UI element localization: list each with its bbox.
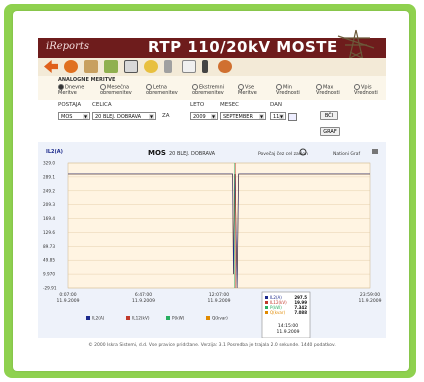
legend-label: IL12(kV) — [132, 316, 150, 321]
tooltip-date: 11.9.2009 — [277, 329, 300, 335]
rotate-icon[interactable] — [218, 60, 232, 73]
balloon-icon[interactable] — [64, 60, 78, 73]
legend-label: Q(kvar) — [212, 316, 228, 321]
y-tick-label: 89.73 — [43, 244, 55, 249]
legend-swatch — [86, 316, 90, 320]
y-tick-label: 209.3 — [43, 202, 55, 207]
y-tick-label: 9.970 — [43, 272, 55, 277]
mesec-select[interactable]: SEPTEMBER ▼ — [220, 112, 266, 120]
tooltip-swatch — [265, 301, 268, 304]
sun-icon[interactable] — [144, 60, 158, 73]
legend-swatch — [126, 316, 130, 320]
options-title: ANALOGNE MERITVE — [58, 77, 116, 83]
print-icon[interactable] — [372, 149, 378, 154]
y-tick-label: 129.6 — [43, 230, 55, 235]
x-tick-time: 6:47:00 — [135, 292, 152, 298]
tooltip-time: 14:15:00 — [278, 323, 298, 329]
radio-min-vrednosti[interactable]: Min Vrednosti — [276, 84, 300, 97]
legend-swatch — [206, 316, 210, 320]
postaja-select[interactable]: MOS ▼ — [58, 112, 90, 120]
edit-icon[interactable] — [84, 60, 98, 73]
y-tick-label: 289.1 — [43, 174, 55, 179]
dan-select[interactable]: 11 ▼ — [270, 112, 286, 120]
x-tick-date: 11.9.2009 — [57, 298, 80, 304]
radio-vse-meritve[interactable]: Vse Meritve — [238, 84, 257, 97]
chevron-down-icon: ▼ — [259, 114, 264, 119]
y-tick-label: 329.0 — [43, 161, 55, 166]
chevron-down-icon: ▼ — [211, 114, 216, 119]
tooltip-swatch — [265, 306, 268, 309]
mesec-label: MESEC — [220, 102, 240, 108]
chart-cell: 20 BLEJ. DOBRAVA — [169, 151, 216, 157]
legend-label: P(kW) — [172, 316, 185, 321]
za-label: ZA — [162, 113, 170, 119]
x-tick-date: 11.9.2009 — [359, 298, 382, 304]
x-tick-time: 0:07:00 — [59, 292, 76, 298]
leto-select[interactable]: 2009 ▼ — [190, 112, 218, 120]
pen-icon[interactable] — [104, 60, 118, 73]
radio-dnevne-meritve[interactable]: Dnevne Meritve — [58, 84, 84, 97]
graf-button[interactable]: GRAF — [320, 127, 340, 136]
y-axis-label: IL2(A) — [46, 149, 63, 155]
note-icon[interactable] — [182, 60, 196, 73]
back-arrow-icon[interactable] — [44, 60, 58, 73]
chart-station: MOS — [148, 149, 166, 157]
folder-icon[interactable] — [202, 60, 208, 73]
measurement-options: ANALOGNE MERITVE Dnevne Meritve Mesečna ob… — [38, 76, 386, 101]
calendar-icon[interactable] — [288, 113, 297, 121]
filter-controls: POSTAJA CELICA LETO MESEC DAN MOS ▼ 20 BL… — [38, 100, 386, 142]
page-title: RTP 110/20kV MOSTE — [148, 38, 338, 56]
postaja-label: POSTAJA — [58, 102, 82, 108]
nations-graph-link[interactable]: Nationi Graf — [333, 151, 361, 157]
y-tick-label: 49.85 — [43, 258, 55, 263]
line-chart: IL2(A) MOS 20 BLEJ. DOBRAVA Povečaj čez … — [43, 148, 382, 339]
celica-select[interactable]: 20 BLEJ. DOBRAVA ▼ — [92, 112, 156, 120]
legend-swatch — [166, 316, 170, 320]
radio-letna[interactable]: Letna obremenitev — [146, 84, 178, 97]
leto-label: LETO — [190, 102, 205, 108]
plot-area — [67, 162, 371, 289]
radio-vpis-vrednosti[interactable]: Vpis Vrednosti — [354, 84, 378, 97]
tooltip-swatch — [265, 311, 268, 314]
chart-area: IL2(A) MOS 20 BLEJ. DOBRAVA Povečaj čez … — [38, 142, 386, 339]
chevron-down-icon: ▼ — [149, 114, 154, 119]
x-tick-date: 11.9.2009 — [208, 298, 231, 304]
radio-ekstremni[interactable]: Ekstremni obremenitev — [192, 84, 224, 97]
battery-icon[interactable] — [164, 60, 172, 73]
brand-logo: iReports — [46, 41, 89, 52]
footer-text: © 2000 Iskra Sistemi, d.d. Vse pravice p… — [88, 343, 336, 348]
tooltip-value: 7.088 — [294, 310, 307, 315]
y-tick-label: -29.91 — [43, 286, 57, 291]
toolbar — [38, 58, 386, 77]
radio-mesecna[interactable]: Mesečna obremenitev — [100, 84, 132, 97]
chart-icon[interactable] — [124, 60, 138, 73]
bci-button[interactable]: BČI — [320, 111, 338, 120]
chevron-down-icon: ▼ — [279, 114, 284, 119]
app-header: iReports RTP 110/20kV MOSTE — [38, 38, 386, 58]
radio-max-vrednosti[interactable]: Max Vrednosti — [316, 84, 340, 97]
x-tick-time: 12:07:00 — [209, 292, 229, 298]
tooltip-label: Q(kvar) — [270, 310, 285, 315]
y-tick-label: 249.2 — [43, 188, 55, 193]
x-tick-time: 23:59:00 — [360, 292, 380, 298]
x-tick-date: 11.9.2009 — [132, 298, 155, 304]
legend-label: IL2(A) — [92, 316, 105, 321]
celica-label: CELICA — [92, 102, 112, 108]
y-tick-label: 169.4 — [43, 216, 55, 221]
dan-label: DAN — [270, 102, 283, 108]
chevron-down-icon: ▼ — [83, 114, 88, 119]
tooltip-swatch — [265, 296, 268, 299]
